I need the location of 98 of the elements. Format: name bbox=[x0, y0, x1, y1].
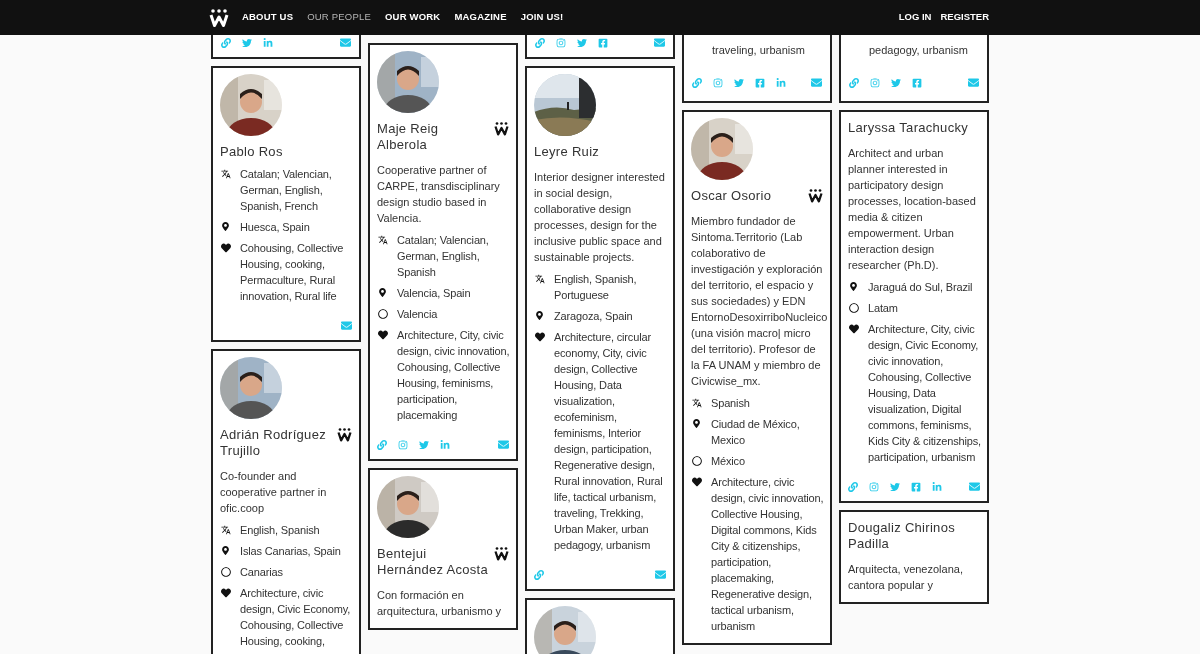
languages-text: Spanish bbox=[711, 396, 750, 411]
map-pin-icon bbox=[692, 419, 701, 428]
interests-text: Architecture, City, civic design, Civic Economy, civic innovation, Cohousing, Collective Housing, Data visualization, Digital commons, feminisms, Kids City & citizenships, participation, urbanism bbox=[868, 322, 982, 465]
region-text: Valencia bbox=[397, 307, 438, 322]
facebook-icon[interactable] bbox=[755, 77, 765, 88]
instagram-icon[interactable] bbox=[870, 77, 880, 88]
heart-icon bbox=[535, 332, 545, 342]
nav-link[interactable]: JOIN US! bbox=[520, 10, 564, 25]
location-text: Zaragoza, Spain bbox=[554, 309, 633, 324]
member-name[interactable]: Bentejui Hernández Acosta bbox=[377, 546, 490, 578]
mail-icon[interactable] bbox=[340, 37, 351, 48]
region-text: México bbox=[711, 454, 745, 469]
link-icon[interactable] bbox=[534, 569, 544, 580]
region-text: Canarias bbox=[240, 565, 283, 580]
location-text: Ciudad de México, Mexico bbox=[711, 417, 801, 448]
mail-icon[interactable] bbox=[811, 77, 822, 88]
facebook-icon[interactable] bbox=[598, 37, 608, 48]
nav-link[interactable]: OUR PEOPLE bbox=[307, 10, 371, 25]
twitter-icon[interactable] bbox=[891, 77, 901, 88]
interests-text: Architecture, civic design, civic innovation, Collective Housing, Digital commons, Kids City & citizenships, participation, placemaking, Regenerative design, tactical urbanism, urbanism bbox=[711, 475, 825, 634]
heart-icon bbox=[849, 324, 859, 334]
languages-text: Catalan; Valencian, German, English, Spanish, French bbox=[240, 167, 333, 214]
link-icon[interactable] bbox=[849, 77, 859, 88]
mail-icon[interactable] bbox=[498, 439, 509, 450]
map-pin-icon bbox=[221, 222, 230, 231]
account-link[interactable]: LOG IN bbox=[898, 10, 932, 25]
facebook-icon[interactable] bbox=[912, 77, 922, 88]
link-icon[interactable] bbox=[848, 481, 858, 492]
heart-icon bbox=[692, 477, 702, 487]
twitter-icon[interactable] bbox=[419, 439, 429, 450]
bio-text: Con formación en arquitectura, urbanismo y bbox=[377, 588, 503, 619]
bio-text: Arquitecta, venezolana, cantora popular y bbox=[848, 562, 964, 593]
twitter-icon[interactable] bbox=[734, 77, 744, 88]
location-text: Valencia, Spain bbox=[397, 286, 471, 301]
mail-icon[interactable] bbox=[654, 37, 665, 48]
twitter-icon[interactable] bbox=[577, 37, 587, 48]
instagram-icon[interactable] bbox=[556, 37, 566, 48]
linkedin-icon[interactable] bbox=[263, 37, 273, 48]
member-name[interactable]: Leyre Ruiz bbox=[534, 144, 600, 160]
instagram-icon[interactable] bbox=[713, 77, 723, 88]
heart-icon bbox=[221, 243, 231, 253]
twitter-icon[interactable] bbox=[242, 37, 252, 48]
bio-text: Cooperative partner of CARPE, transdisciplinary design studio based in Valencia. bbox=[377, 163, 501, 226]
mail-icon[interactable] bbox=[341, 320, 352, 331]
map-pin-icon bbox=[535, 311, 544, 320]
heart-icon bbox=[221, 588, 231, 598]
nav-link[interactable]: ABOUT US bbox=[242, 10, 294, 25]
mail-icon[interactable] bbox=[968, 77, 979, 88]
bio-text: Interior designer interested in social design, collaborative design processes, design for the inclusive public space and sustainable projects. bbox=[534, 170, 666, 265]
translate-icon bbox=[535, 274, 545, 284]
logo-icon bbox=[209, 8, 229, 27]
languages-text: Catalan; Valencian, German, English, Spanish bbox=[397, 233, 490, 280]
region-text: Latam bbox=[868, 301, 898, 316]
link-icon[interactable] bbox=[692, 77, 702, 88]
interests-text: traveling, urbanism bbox=[712, 44, 805, 56]
interests-text: pedagogy, urbanism bbox=[869, 44, 968, 56]
instagram-icon[interactable] bbox=[398, 439, 408, 450]
location-text: Islas Canarias, Spain bbox=[240, 544, 341, 559]
map-pin-icon bbox=[849, 282, 858, 291]
member-name[interactable]: Dougaliz Chirinos Padilla bbox=[848, 520, 980, 552]
mail-icon[interactable] bbox=[655, 569, 666, 580]
translate-icon bbox=[378, 235, 388, 245]
account-link[interactable]: REGISTER bbox=[940, 10, 989, 25]
map-pin-icon bbox=[378, 288, 387, 297]
bio-text: Co-founder and cooperative partner in ofic.coop bbox=[220, 469, 328, 516]
member-name[interactable]: Oscar Osorio bbox=[691, 188, 772, 204]
location-text: Jaraguá do Sul, Brazil bbox=[868, 280, 973, 295]
interests-text: Architecture, circular economy, City, civic design, Collective Housing, Data visualization, ecofeminism, feminisms, Interior design, participation, Regenerative design, Rural innovation, Rural life, tactical urbanism, traveling, Trekking, Urban Maker, urban pedagogy, urbanism bbox=[554, 330, 664, 553]
languages-text: English, Spanish, Portuguese bbox=[554, 272, 638, 303]
facebook-icon[interactable] bbox=[911, 481, 921, 492]
member-name[interactable]: Maje Reig Alberola bbox=[377, 121, 490, 153]
translate-icon bbox=[221, 525, 231, 535]
member-name[interactable]: Pablo Ros bbox=[220, 144, 283, 160]
languages-text: English, Spanish bbox=[240, 523, 320, 538]
twitter-icon[interactable] bbox=[890, 481, 900, 492]
map-pin-icon bbox=[221, 546, 230, 555]
member-name[interactable]: Laryssa Tarachucky bbox=[848, 120, 969, 136]
linkedin-icon[interactable] bbox=[440, 439, 450, 450]
link-icon[interactable] bbox=[535, 37, 545, 48]
member-name[interactable]: Adrián Rodríguez Trujillo bbox=[220, 427, 333, 459]
nav-link[interactable]: OUR WORK bbox=[385, 10, 441, 25]
translate-icon bbox=[692, 398, 702, 408]
heart-icon bbox=[378, 330, 388, 340]
interests-text: Cohousing, Collective Housing, cooking, Permaculture, Rural innovation, Rural life bbox=[240, 241, 345, 304]
bio-text: Architect and urban planner interested in participatory design processes, location-based media & citizen empowerment. Urban interaction design researcher (Ph.D). bbox=[848, 146, 977, 273]
link-icon[interactable] bbox=[377, 439, 387, 450]
home-link[interactable] bbox=[209, 8, 229, 27]
mail-icon[interactable] bbox=[969, 481, 980, 492]
nav-link[interactable]: MAGAZINE bbox=[454, 10, 507, 25]
instagram-icon[interactable] bbox=[869, 481, 879, 492]
linkedin-icon[interactable] bbox=[776, 77, 786, 88]
bio-text: Miembro fundador de Sintoma.Territorio (Lab colaborativo de investigación y exploración del territorio, el espacio y sus sociedades) y EDN EntornoDesoxirriboNucleico (una visión macro| micro del territorio). Profesor de la FA UNAM y miembro de Civicwise_mx. bbox=[691, 214, 826, 389]
interests-text: Architecture, City, civic design, civic innovation, Cohousing, Collective Housing, feminisms, participation, placemaking bbox=[397, 328, 511, 423]
translate-icon bbox=[221, 169, 231, 179]
linkedin-icon[interactable] bbox=[932, 481, 942, 492]
interests-text: Architecture, civic design, Civic Economy, Cohousing, Collective Housing, cooking, bbox=[240, 586, 352, 649]
link-icon[interactable] bbox=[221, 37, 231, 48]
location-text: Huesca, Spain bbox=[240, 220, 310, 235]
